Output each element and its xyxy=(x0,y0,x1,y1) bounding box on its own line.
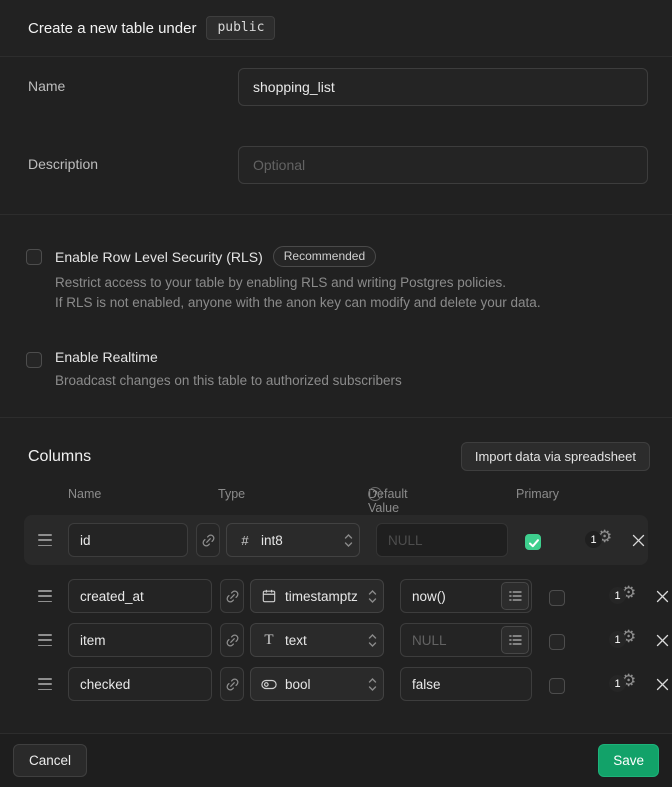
foreign-key-link-icon[interactable] xyxy=(220,623,244,657)
cancel-button[interactable]: Cancel xyxy=(13,744,87,777)
toggle-icon xyxy=(261,679,277,690)
column-settings-button[interactable]: ⚙ 1 xyxy=(585,530,619,550)
column-type-select[interactable]: # int8 xyxy=(226,523,360,557)
column-default-input xyxy=(376,523,508,557)
column-settings-button[interactable]: ⚙ 1 xyxy=(609,630,643,650)
drag-handle-icon[interactable] xyxy=(38,634,52,646)
chevron-up-down-icon xyxy=(344,533,353,548)
table-name-input[interactable] xyxy=(238,68,648,106)
column-name-input[interactable] xyxy=(68,623,212,657)
remove-column-button[interactable] xyxy=(628,530,648,550)
table-row: T text ⚙ 1 xyxy=(0,623,672,657)
column-type-select[interactable]: timestamptz xyxy=(250,579,384,613)
table-row: # int8 ⚙ 1 xyxy=(24,515,648,565)
default-value-suggestions-button[interactable] xyxy=(501,626,529,654)
drag-handle-icon[interactable] xyxy=(38,678,52,690)
chevron-up-down-icon xyxy=(368,677,377,692)
recommended-badge: Recommended xyxy=(273,246,376,267)
drag-handle-icon[interactable] xyxy=(38,534,52,546)
check-icon xyxy=(528,537,540,549)
remove-column-button[interactable] xyxy=(652,630,672,650)
settings-count-badge: 1 xyxy=(609,675,626,692)
column-name-input[interactable] xyxy=(68,667,212,701)
realtime-checkbox[interactable] xyxy=(26,352,42,368)
remove-column-button[interactable] xyxy=(652,586,672,606)
description-label: Description xyxy=(28,146,238,172)
help-icon[interactable]: ? xyxy=(368,487,382,501)
close-icon xyxy=(656,678,669,691)
dialog-footer: Cancel Save xyxy=(0,733,672,787)
primary-checkbox[interactable] xyxy=(549,634,565,650)
column-settings-button[interactable]: ⚙ 1 xyxy=(609,674,643,694)
name-row: Name xyxy=(28,68,648,106)
schema-badge: public xyxy=(206,16,275,40)
close-icon xyxy=(632,534,645,547)
list-icon xyxy=(509,634,522,646)
remove-column-button[interactable] xyxy=(652,674,672,694)
drag-handle-icon[interactable] xyxy=(38,590,52,602)
save-button[interactable]: Save xyxy=(598,744,659,777)
rls-checkbox[interactable] xyxy=(26,249,42,265)
rls-label: Enable Row Level Security (RLS) xyxy=(55,249,263,265)
columns-title: Columns xyxy=(28,448,91,466)
foreign-key-link-icon[interactable] xyxy=(220,667,244,701)
column-type-select[interactable]: bool xyxy=(250,667,384,701)
column-settings-button[interactable]: ⚙ 1 xyxy=(609,586,643,606)
table-row: timestamptz ⚙ 1 xyxy=(0,579,672,613)
create-table-dialog: Create a new table under public Name Des… xyxy=(0,0,672,787)
primary-checkbox[interactable] xyxy=(549,590,565,606)
columns-header-row: Name Type Default Value ? Primary xyxy=(0,487,672,503)
table-row: bool ⚙ 1 xyxy=(0,667,672,701)
import-spreadsheet-button[interactable]: Import data via spreadsheet xyxy=(461,442,650,471)
close-icon xyxy=(656,634,669,647)
chevron-up-down-icon xyxy=(368,633,377,648)
column-header-name: Name xyxy=(68,487,101,501)
column-header-type: Type xyxy=(218,487,245,501)
rls-option: Enable Row Level Security (RLS) Recommen… xyxy=(26,246,644,313)
foreign-key-link-icon[interactable] xyxy=(196,523,220,557)
list-icon xyxy=(509,590,522,602)
default-value-suggestions-button[interactable] xyxy=(501,582,529,610)
primary-checkbox[interactable] xyxy=(525,534,541,550)
dialog-title: Create a new table under xyxy=(28,20,196,37)
settings-count-badge: 1 xyxy=(609,631,626,648)
column-name-input[interactable] xyxy=(68,579,212,613)
column-default-input[interactable] xyxy=(400,667,532,701)
rls-description: Restrict access to your table by enablin… xyxy=(55,273,541,313)
calendar-icon xyxy=(261,589,277,603)
description-row: Description xyxy=(28,146,648,184)
general-section: Name Description xyxy=(0,57,672,215)
hash-icon: # xyxy=(237,533,253,548)
column-header-primary: Primary xyxy=(516,487,559,501)
settings-count-badge: 1 xyxy=(585,531,602,548)
options-section: Enable Row Level Security (RLS) Recommen… xyxy=(0,215,672,418)
dialog-header: Create a new table under public xyxy=(0,0,672,57)
column-name-input[interactable] xyxy=(68,523,188,557)
chevron-up-down-icon xyxy=(368,589,377,604)
foreign-key-link-icon[interactable] xyxy=(220,579,244,613)
text-icon: T xyxy=(261,632,277,649)
realtime-label: Enable Realtime xyxy=(55,349,158,365)
settings-count-badge: 1 xyxy=(609,587,626,604)
realtime-option: Enable Realtime Broadcast changes on thi… xyxy=(26,349,644,391)
close-icon xyxy=(656,590,669,603)
name-label: Name xyxy=(28,68,238,94)
primary-checkbox[interactable] xyxy=(549,678,565,694)
table-description-input[interactable] xyxy=(238,146,648,184)
column-type-select[interactable]: T text xyxy=(250,623,384,657)
realtime-description: Broadcast changes on this table to autho… xyxy=(55,371,402,391)
columns-section: Columns Import data via spreadsheet Name… xyxy=(0,418,672,733)
